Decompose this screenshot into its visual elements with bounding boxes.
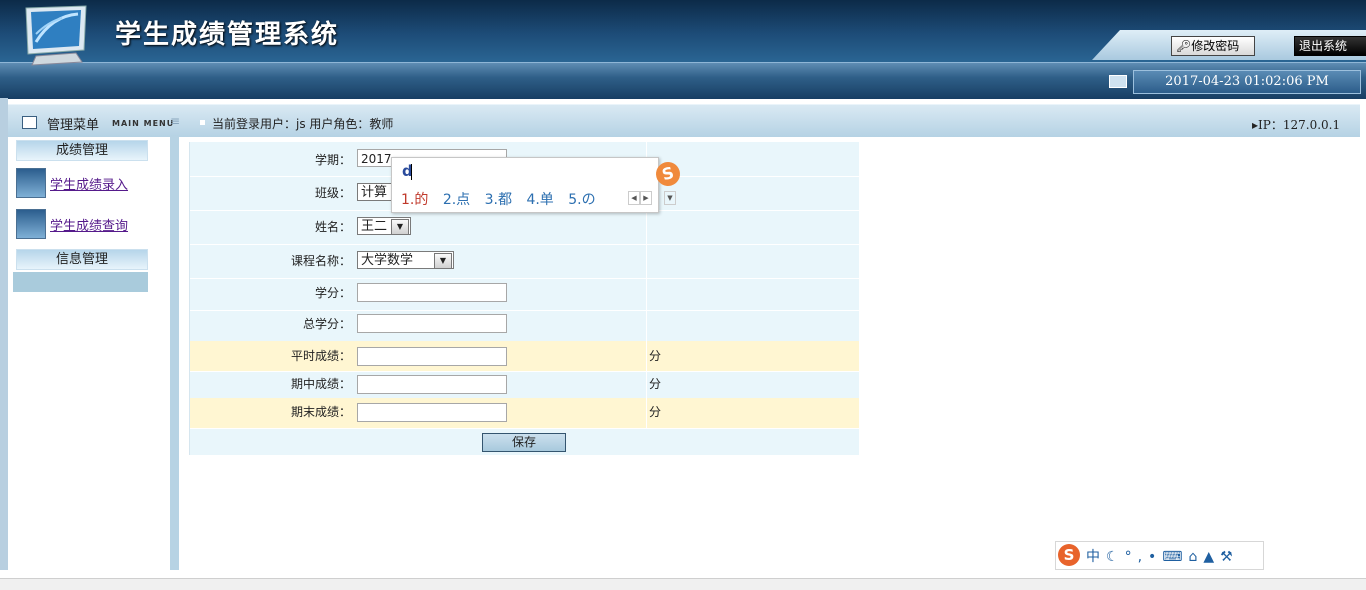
change-password-button[interactable]: 🔑︎修改密码 bbox=[1171, 36, 1255, 56]
row-divider bbox=[646, 371, 647, 398]
usual-score-input[interactable] bbox=[357, 347, 507, 366]
ime-toolbar: S 中☾°,•⌨︎⌂▲⚒︎ bbox=[1055, 541, 1264, 570]
ime-language-toggle[interactable]: 中 bbox=[1086, 549, 1106, 565]
final-score-row: 期末成绩： 分 bbox=[190, 398, 859, 429]
total-credit-label: 总学分： bbox=[302, 317, 351, 331]
total-credit-input[interactable] bbox=[357, 314, 507, 333]
grade-entry-link[interactable]: 学生成绩录入 bbox=[50, 174, 128, 193]
term-label: 学期： bbox=[314, 153, 351, 167]
ime-candidate-list: 1.的 2.点 3.都 4.单 5.の bbox=[401, 189, 606, 209]
logout-button[interactable]: 退出系统 bbox=[1294, 36, 1366, 56]
usual-score-label: 平时成绩： bbox=[290, 349, 351, 363]
monitor-icon bbox=[1109, 75, 1127, 88]
course-select[interactable]: 大学数学 ▼ bbox=[357, 251, 454, 269]
total-credit-row: 总学分： bbox=[190, 310, 859, 342]
dropdown-arrow-icon[interactable]: ▼ bbox=[391, 219, 409, 235]
ime-candidate[interactable]: 3.都 bbox=[485, 192, 512, 208]
credit-label: 学分： bbox=[314, 286, 351, 300]
menu-icon bbox=[22, 116, 37, 129]
class-value: 计算 bbox=[361, 185, 388, 200]
name-row: 姓名： 王二 ▼ bbox=[190, 210, 859, 245]
save-button[interactable]: 保存 bbox=[482, 433, 566, 452]
final-score-label: 期末成绩： bbox=[290, 405, 351, 419]
ime-candidate[interactable]: 5.の bbox=[568, 192, 595, 208]
final-score-unit: 分 bbox=[649, 405, 662, 419]
class-label: 班级： bbox=[314, 186, 351, 200]
collapse-lines-icon[interactable]: ≡ bbox=[170, 114, 180, 128]
row-divider bbox=[646, 398, 647, 428]
menu-bar bbox=[8, 104, 1360, 137]
name-value: 王二 bbox=[361, 219, 388, 234]
course-row: 课程名称： 大学数学 ▼ bbox=[190, 244, 859, 279]
menu-title-en: MAIN MENU bbox=[112, 119, 175, 128]
browser-status-bar bbox=[0, 578, 1366, 590]
keyboard-icon[interactable]: ⌨︎ bbox=[1162, 549, 1188, 565]
dropdown-arrow-icon[interactable]: ▼ bbox=[434, 253, 452, 269]
change-password-label: 修改密码 bbox=[1191, 39, 1240, 53]
row-divider bbox=[646, 278, 647, 310]
course-label: 课程名称： bbox=[290, 254, 351, 268]
row-divider bbox=[646, 244, 647, 278]
credit-row: 学分： bbox=[190, 278, 859, 311]
course-value: 大学数学 bbox=[361, 253, 414, 268]
sidebar-empty-block bbox=[13, 272, 148, 292]
ime-candidate[interactable]: 1.的 bbox=[401, 192, 428, 208]
ime-prev-page-icon[interactable]: ◀ bbox=[628, 191, 640, 205]
left-edge bbox=[0, 98, 8, 570]
usual-score-row: 平时成绩： 分 bbox=[190, 341, 859, 372]
punctuation-icon[interactable]: °, bbox=[1125, 549, 1148, 565]
ime-candidate-popup: d S 1.的 2.点 3.都 4.单 5.の ◀ ▶ ▼ bbox=[391, 157, 683, 213]
user-icon[interactable]: ⌂ bbox=[1189, 549, 1204, 565]
usual-score-unit: 分 bbox=[649, 349, 662, 363]
row-divider bbox=[646, 210, 647, 244]
ime-expand-icon[interactable]: ▼ bbox=[664, 191, 676, 205]
logout-label: 退出系统 bbox=[1299, 39, 1348, 53]
section-grades-header[interactable]: 成绩管理 bbox=[16, 140, 148, 161]
midterm-score-input[interactable] bbox=[357, 375, 507, 394]
text-caret bbox=[411, 164, 412, 180]
menu-title: 管理菜单 bbox=[47, 118, 100, 133]
midterm-score-label: 期中成绩： bbox=[290, 377, 351, 391]
bullet-icon bbox=[200, 120, 205, 125]
computer-logo-icon bbox=[25, 5, 87, 66]
final-score-input[interactable] bbox=[357, 403, 507, 422]
skin-icon[interactable]: ▲ bbox=[1203, 549, 1220, 565]
key-icon: 🔑︎ bbox=[1176, 39, 1192, 53]
ime-toolbar-icons: 中☾°,•⌨︎⌂▲⚒︎ bbox=[1086, 546, 1239, 566]
login-info: 当前登录用户：js 用户角色：教师 bbox=[212, 117, 394, 131]
gear-icon[interactable] bbox=[16, 209, 46, 239]
ime-next-page-icon[interactable]: ▶ bbox=[640, 191, 652, 205]
sidebar-divider[interactable] bbox=[170, 136, 179, 570]
ime-candidate[interactable]: 4.单 bbox=[526, 192, 553, 208]
name-select[interactable]: 王二 ▼ bbox=[357, 217, 411, 235]
midterm-score-row: 期中成绩： 分 bbox=[190, 371, 859, 399]
grade-entry-icon[interactable] bbox=[16, 168, 46, 198]
ip-text: IP：127.0.0.1 bbox=[1258, 118, 1341, 132]
ip-info: ▸IP：127.0.0.1 bbox=[1252, 116, 1340, 133]
name-label: 姓名： bbox=[314, 220, 351, 234]
credit-input[interactable] bbox=[357, 283, 507, 302]
section-info-header[interactable]: 信息管理 bbox=[16, 249, 148, 270]
wrench-icon[interactable]: ⚒︎ bbox=[1220, 549, 1239, 565]
midterm-score-unit: 分 bbox=[649, 377, 662, 391]
moon-icon[interactable]: ☾ bbox=[1106, 549, 1125, 565]
ime-candidate[interactable]: 2.点 bbox=[443, 192, 470, 208]
row-divider bbox=[646, 341, 647, 371]
sogou-logo-icon[interactable]: S bbox=[1058, 544, 1080, 566]
app-title: 学生成绩管理系统 bbox=[115, 20, 340, 50]
microphone-icon[interactable]: • bbox=[1148, 549, 1162, 565]
row-divider bbox=[646, 310, 647, 341]
grade-query-link[interactable]: 学生成绩查询 bbox=[50, 215, 128, 234]
datetime-display: 2017-04-23 01:02:06 PM bbox=[1133, 70, 1361, 94]
